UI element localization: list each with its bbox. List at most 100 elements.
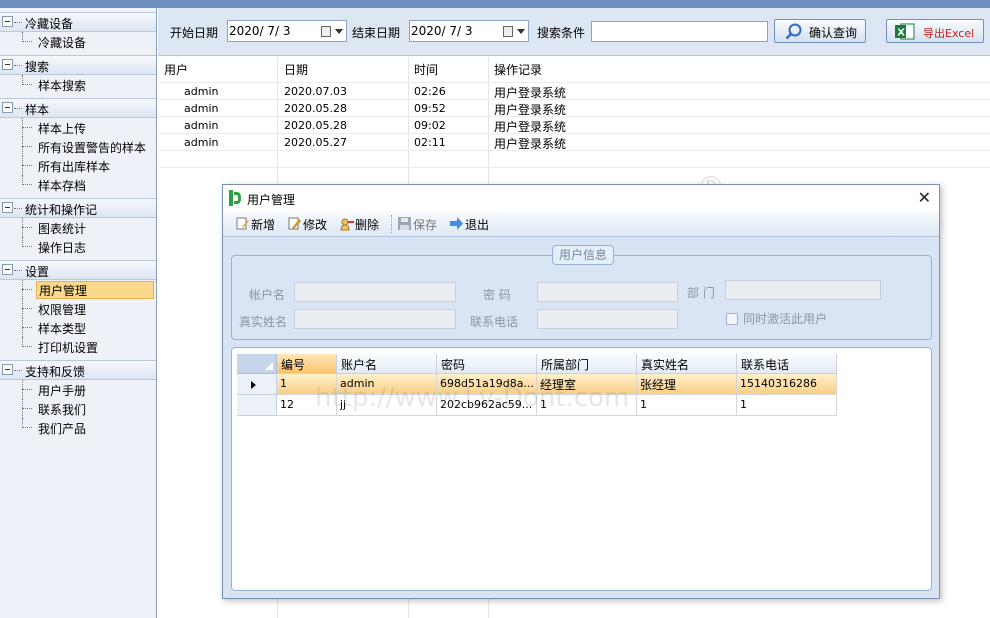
table-cell[interactable]: 张经理	[637, 374, 737, 395]
table-cell[interactable]: 用户登录系统	[494, 118, 566, 135]
column-header-phone[interactable]: 联系电话	[737, 354, 837, 374]
sidebar-group-header[interactable]: 设置	[0, 260, 156, 280]
table-cell[interactable]: admin	[184, 136, 218, 149]
save-button[interactable]: 保存	[397, 215, 443, 233]
table-cell[interactable]: 15140316286	[737, 374, 837, 395]
column-header-real-name[interactable]: 真实姓名	[637, 354, 737, 374]
table-corner-header[interactable]	[237, 354, 277, 374]
sidebar-item-outbound-samples[interactable]: 所有出库样本	[0, 156, 156, 175]
dialog-title-bar[interactable]: 用户管理 ✕	[223, 185, 939, 211]
table-cell[interactable]: 09:52	[414, 102, 446, 115]
table-cell[interactable]: 1	[637, 395, 737, 416]
sidebar-item-chart-stats[interactable]: 图表统计	[0, 218, 156, 237]
table-cell[interactable]: 02:26	[414, 85, 446, 98]
table-cell[interactable]: 用户登录系统	[494, 84, 566, 101]
dropdown-arrow-icon[interactable]	[517, 29, 525, 34]
sidebar-item-printer-settings[interactable]: 打印机设置	[0, 337, 156, 356]
calendar-icon[interactable]	[321, 26, 331, 37]
search-condition-input[interactable]	[591, 21, 768, 42]
sidebar-item-label: 操作日志	[38, 241, 87, 255]
account-name-input[interactable]	[294, 282, 456, 302]
table-cell[interactable]: 1	[537, 395, 637, 416]
phone-input[interactable]	[537, 309, 678, 329]
sidebar-item-sample-archive[interactable]: 样本存档	[0, 175, 156, 194]
row-header[interactable]	[237, 374, 277, 395]
sidebar-item-warning-samples[interactable]: 所有设置警告的样本	[0, 137, 156, 156]
collapse-icon[interactable]	[2, 364, 13, 375]
user-management-dialog: 用户管理 ✕ 新增 修改 删除 保存 退出 用户信息 帐户名 密 码 部 门 真…	[222, 184, 940, 599]
table-cell[interactable]: admin	[184, 85, 218, 98]
exit-button[interactable]: 退出	[449, 215, 495, 233]
sidebar-item-cold-storage[interactable]: 冷藏设备	[0, 32, 156, 51]
tree-line	[22, 408, 32, 409]
column-header-department[interactable]: 所属部门	[537, 354, 637, 374]
table-cell[interactable]: 2020.05.27	[284, 136, 347, 149]
close-icon[interactable]: ✕	[918, 188, 931, 207]
sidebar-item-permissions[interactable]: 权限管理	[0, 299, 156, 318]
sidebar-item-sample-search[interactable]: 样本搜索	[0, 75, 156, 94]
activate-user-checkbox[interactable]	[726, 313, 738, 325]
sidebar-item-user-manual[interactable]: 用户手册	[0, 380, 156, 399]
dropdown-arrow-icon[interactable]	[335, 29, 343, 34]
column-header-date[interactable]: 日期	[284, 61, 308, 78]
export-excel-button[interactable]: X 导出Excel	[886, 19, 984, 43]
sidebar-group-search: 搜索 样本搜索	[0, 55, 156, 94]
sidebar-item-contact-us[interactable]: 联系我们	[0, 399, 156, 418]
collapse-icon[interactable]	[2, 59, 13, 70]
sidebar-group-header[interactable]: 搜索	[0, 55, 156, 75]
column-header-password[interactable]: 密码	[437, 354, 537, 374]
confirm-query-label: 确认查询	[809, 26, 858, 40]
sidebar-group-header[interactable]: 冷藏设备	[0, 12, 156, 32]
column-header-id[interactable]: 编号	[277, 354, 337, 374]
sidebar-group-header[interactable]: 样本	[0, 98, 156, 118]
column-header-record[interactable]: 操作记录	[494, 61, 542, 78]
sidebar-item-operation-log[interactable]: 操作日志	[0, 237, 156, 256]
table-cell[interactable]: 1	[277, 374, 337, 395]
start-date-picker[interactable]: 2020/ 7/ 3	[227, 20, 347, 42]
column-header-user[interactable]: 用户	[164, 61, 188, 78]
sidebar-group-support: 支持和反馈 用户手册 联系我们 我们产品	[0, 360, 156, 437]
sidebar-group-header[interactable]: 统计和操作记	[0, 198, 156, 218]
row-header[interactable]	[237, 395, 277, 416]
password-input[interactable]	[537, 282, 678, 302]
sidebar-item-user-management[interactable]: 用户管理	[0, 280, 156, 299]
sidebar-item-sample-upload[interactable]: 样本上传	[0, 118, 156, 137]
sidebar-group-header[interactable]: 支持和反馈	[0, 360, 156, 380]
department-select[interactable]	[725, 280, 881, 300]
sidebar-group-title: 搜索	[25, 60, 50, 74]
export-excel-label: 导出Excel	[923, 27, 975, 40]
delete-button[interactable]: 删除	[339, 215, 385, 233]
edit-icon	[288, 217, 301, 230]
collapse-icon[interactable]	[2, 202, 13, 213]
sidebar-item-sample-types[interactable]: 样本类型	[0, 318, 156, 337]
table-cell[interactable]: 2020.07.03	[284, 85, 347, 98]
end-date-picker[interactable]: 2020/ 7/ 3	[409, 20, 529, 42]
collapse-icon[interactable]	[2, 264, 13, 275]
grid-row-divider	[158, 99, 990, 100]
table-cell[interactable]: 202cb962ac59...	[437, 395, 537, 416]
real-name-input[interactable]	[294, 309, 456, 329]
table-cell[interactable]: 698d51a19d8a...	[437, 374, 537, 395]
table-cell[interactable]: admin	[184, 102, 218, 115]
table-cell[interactable]: 2020.05.28	[284, 119, 347, 132]
collapse-icon[interactable]	[2, 16, 13, 27]
table-cell[interactable]: 1	[737, 395, 837, 416]
confirm-query-button[interactable]: 确认查询	[774, 19, 866, 43]
table-cell[interactable]: 12	[277, 395, 337, 416]
table-cell[interactable]: 2020.05.28	[284, 102, 347, 115]
column-header-time[interactable]: 时间	[414, 61, 438, 78]
table-cell[interactable]: 用户登录系统	[494, 101, 566, 118]
table-cell[interactable]: 用户登录系统	[494, 135, 566, 152]
add-button[interactable]: 新增	[235, 215, 281, 233]
table-cell[interactable]: admin	[337, 374, 437, 395]
table-cell[interactable]: admin	[184, 119, 218, 132]
table-cell[interactable]: 经理室	[537, 374, 637, 395]
table-cell[interactable]: jj	[337, 395, 437, 416]
collapse-icon[interactable]	[2, 102, 13, 113]
table-cell[interactable]: 09:02	[414, 119, 446, 132]
calendar-icon[interactable]	[503, 26, 513, 37]
column-header-account[interactable]: 账户名	[337, 354, 437, 374]
edit-button[interactable]: 修改	[287, 215, 333, 233]
sidebar-item-our-products[interactable]: 我们产品	[0, 418, 156, 437]
table-cell[interactable]: 02:11	[414, 136, 446, 149]
